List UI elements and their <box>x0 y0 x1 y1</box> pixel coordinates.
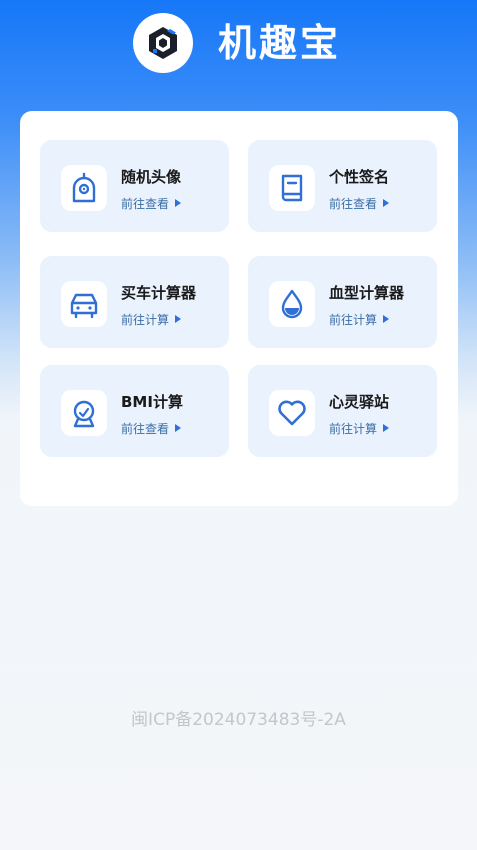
card-link[interactable]: 前往计算 <box>329 311 390 328</box>
card-link[interactable]: 前往查看 <box>121 195 182 212</box>
card-random-avatar[interactable]: 随机头像 前往查看 <box>40 140 229 232</box>
card-title: 个性签名 <box>329 168 390 186</box>
card-link-label: 前往查看 <box>121 197 170 211</box>
card-link-label: 前往计算 <box>329 313 378 327</box>
app-header: 机趣宝 <box>0 0 477 90</box>
card-car-calculator[interactable]: 买车计算器 前往计算 <box>40 256 229 348</box>
body-scale-icon <box>73 400 95 428</box>
play-arrow-icon <box>383 424 390 432</box>
card-icon-box <box>269 165 315 211</box>
card-link[interactable]: 前往查看 <box>121 420 182 437</box>
play-arrow-icon <box>175 315 182 323</box>
card-icon-box <box>61 390 107 436</box>
card-blood-type-calculator[interactable]: 血型计算器 前往计算 <box>248 256 437 348</box>
avatar-icon <box>72 172 96 203</box>
card-link-label: 前往计算 <box>121 313 170 327</box>
card-title: 心灵驿站 <box>329 393 390 411</box>
card-icon-box <box>61 281 107 327</box>
book-icon <box>281 174 303 202</box>
play-arrow-icon <box>175 199 182 207</box>
blood-drop-icon <box>281 289 303 319</box>
card-icon-box <box>61 165 107 211</box>
car-icon <box>70 293 98 319</box>
card-link-label: 前往计算 <box>329 422 378 436</box>
cube-logo-icon <box>149 27 177 59</box>
card-title: 随机头像 <box>121 168 182 186</box>
app-logo <box>133 13 193 73</box>
play-arrow-icon <box>175 424 182 432</box>
card-link[interactable]: 前往计算 <box>329 420 390 437</box>
card-bmi-calculator[interactable]: BMI计算 前往查看 <box>40 365 229 457</box>
card-link[interactable]: 前往计算 <box>121 311 182 328</box>
card-soul-station[interactable]: 心灵驿站 前往计算 <box>248 365 437 457</box>
play-arrow-icon <box>383 199 390 207</box>
icp-record[interactable]: 闽ICP备2024073483号-2A <box>0 705 477 730</box>
play-arrow-icon <box>383 315 390 323</box>
card-title: BMI计算 <box>121 393 183 411</box>
tools-panel: 随机头像 前往查看 个性签名 前往查看 买车计算器 前往计算 血型计算器 前往计… <box>20 111 458 506</box>
app-title: 机趣宝 <box>218 21 342 65</box>
card-link-label: 前往查看 <box>329 197 378 211</box>
card-signature[interactable]: 个性签名 前往查看 <box>248 140 437 232</box>
card-title: 血型计算器 <box>329 284 405 302</box>
card-icon-box <box>269 281 315 327</box>
card-link[interactable]: 前往查看 <box>329 195 390 212</box>
card-icon-box <box>269 390 315 436</box>
card-link-label: 前往查看 <box>121 422 170 436</box>
heart-icon <box>278 400 306 426</box>
card-title: 买车计算器 <box>121 284 197 302</box>
